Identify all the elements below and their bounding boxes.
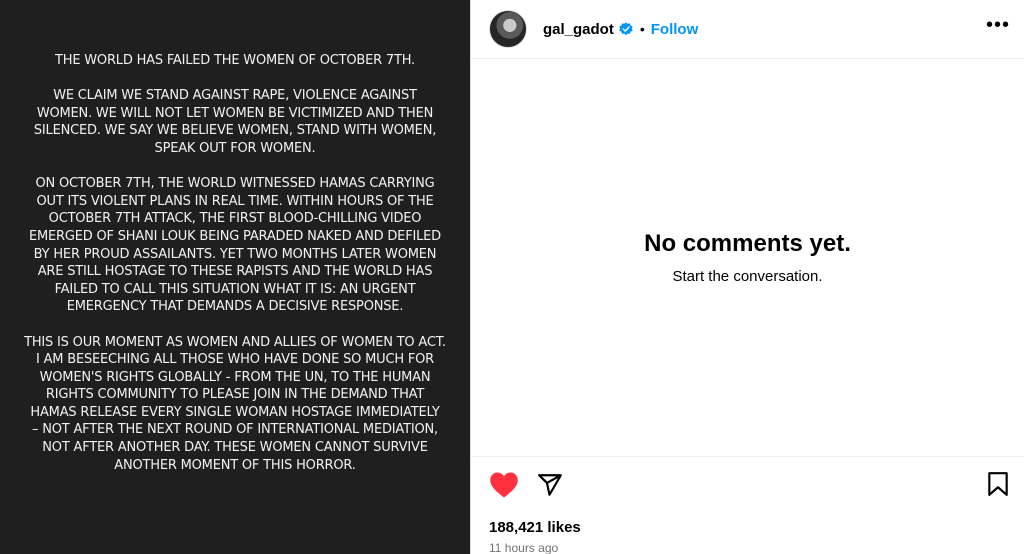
start-conversation-text: Start the conversation.	[672, 267, 823, 285]
avatar[interactable]	[489, 10, 527, 48]
post-side-panel: gal_gadot • Follow ••• No comments yet. …	[470, 0, 1024, 554]
bookmark-icon[interactable]	[986, 471, 1010, 502]
post-actions: 188,421 likes 11 hours ago	[471, 456, 1024, 554]
post-text-paragraph-4: THIS IS OUR MOMENT AS WOMEN AND ALLIES O…	[24, 334, 446, 473]
likes-count[interactable]: 188,421 likes	[489, 519, 581, 536]
post-header: gal_gadot • Follow •••	[471, 0, 1024, 59]
no-comments-title: No comments yet.	[644, 229, 851, 257]
post-timestamp[interactable]: 11 hours ago	[489, 541, 558, 554]
post-text-paragraph-3: ON OCTOBER 7TH, THE WORLD WITNESSED HAMA…	[29, 176, 441, 315]
post-image: THE WORLD HAS FAILED THE WOMEN OF OCTOBE…	[0, 0, 470, 554]
username-link[interactable]: gal_gadot	[543, 21, 614, 38]
comments-section: No comments yet. Start the conversation.	[471, 59, 1024, 455]
follow-button[interactable]: Follow	[651, 21, 699, 38]
verified-badge-icon	[619, 22, 633, 36]
more-options-icon[interactable]: •••	[986, 15, 1010, 43]
instagram-post-view: THE WORLD HAS FAILED THE WOMEN OF OCTOBE…	[0, 0, 1024, 554]
post-text-paragraph-1: THE WORLD HAS FAILED THE WOMEN OF OCTOBE…	[55, 53, 415, 68]
heart-icon[interactable]	[489, 471, 519, 504]
separator-dot: •	[639, 21, 645, 37]
send-icon[interactable]	[537, 472, 563, 503]
post-text-paragraph-2: WE CLAIM WE STAND AGAINST RAPE, VIOLENCE…	[33, 88, 437, 156]
